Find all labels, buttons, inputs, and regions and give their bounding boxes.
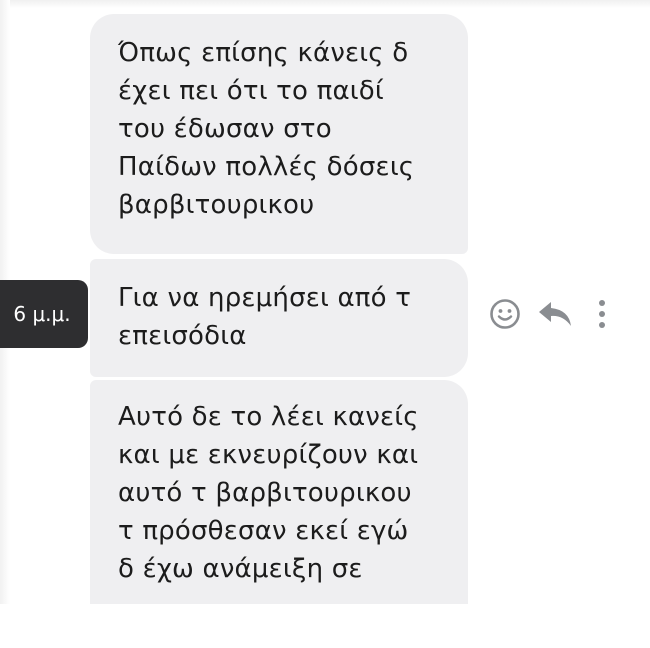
- top-divider: [0, 0, 650, 8]
- message-line: δ έχω ανάμειξη σε: [118, 554, 363, 584]
- message-line: έχει πει ότι το παιδί: [118, 76, 384, 106]
- message-line: τ πρόσθεσαν εκεί εγώ: [118, 516, 409, 546]
- message-line: επεισόδια: [118, 321, 247, 351]
- react-button[interactable]: [487, 296, 523, 332]
- message-line: του έδωσαν στο: [118, 114, 332, 144]
- message-line: Για να ηρεμήσει από τ: [118, 283, 412, 313]
- smiley-face-icon: [490, 299, 520, 329]
- vertical-ellipsis-icon: [599, 300, 605, 328]
- scroll-cutoff: [0, 604, 650, 648]
- message-line: βαρβιτουρικου: [118, 190, 315, 220]
- message-bubble[interactable]: Όπως επίσης κάνεις δ έχει πει ότι το παι…: [90, 14, 468, 254]
- message-bubble[interactable]: Αυτό δε το λέει κανείς και με εκνευρίζου…: [90, 380, 468, 608]
- message-line: Παίδων πολλές δόσεις: [118, 152, 415, 182]
- message-line: αυτό τ βαρβιτουρικου: [118, 478, 412, 508]
- message-line: Όπως επίσης κάνεις δ: [118, 38, 409, 68]
- chat-window: Όπως επίσης κάνεις δ έχει πει ότι το παι…: [0, 0, 650, 648]
- message-line: Αυτό δε το λέει κανείς: [118, 402, 419, 432]
- reply-button[interactable]: [535, 296, 575, 332]
- reply-arrow-icon: [539, 302, 571, 326]
- more-options-button[interactable]: [590, 296, 614, 332]
- timestamp-tooltip: 6 μ.μ.: [0, 280, 88, 348]
- message-line: και με εκνευρίζουν και: [118, 440, 419, 470]
- message-bubble-hovered[interactable]: Για να ηρεμήσει από τ επεισόδια: [90, 259, 468, 377]
